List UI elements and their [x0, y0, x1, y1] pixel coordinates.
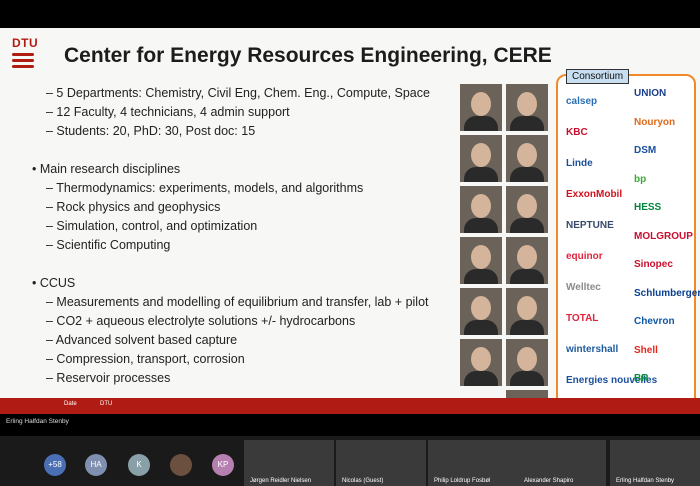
- active-speaker-name: Erling Halfdan Stenby: [6, 418, 69, 425]
- bullet-item: – Compression, transport, corrosion: [46, 352, 245, 366]
- consortium-logo: Linde: [566, 158, 593, 169]
- consortium-logo: bp: [634, 173, 647, 185]
- consortium-logo: TOTAL: [566, 313, 599, 324]
- consortium-logo: calsep: [566, 96, 598, 107]
- bullet-item: – Thermodynamics: experiments, models, a…: [46, 181, 364, 195]
- participant-avatar[interactable]: HA: [85, 454, 107, 476]
- consortium-logo: HESS: [634, 202, 662, 213]
- participant-name: Alexander Shapiro: [524, 478, 574, 484]
- consortium-logo: DSM: [634, 145, 657, 156]
- faculty-photo: [460, 288, 502, 335]
- consortium-label: Consortium: [566, 69, 630, 84]
- slide-footer: Date DTU: [0, 398, 700, 414]
- faculty-photo: [506, 288, 548, 335]
- faculty-photo: [506, 135, 548, 182]
- faculty-photo: [506, 339, 548, 386]
- video-tile[interactable]: Erling Halfdan Stenby: [610, 440, 700, 486]
- dtu-logo-text: DTU: [12, 36, 39, 50]
- faculty-photo: [460, 84, 502, 131]
- consortium-logo: Shell: [634, 344, 658, 356]
- faculty-photo: [506, 84, 548, 131]
- consortium-logo: MOLGROUP: [634, 230, 693, 242]
- consortium-logo: ExxonMobil: [566, 189, 623, 200]
- video-tile[interactable]: Philip Loldrup Fosbøl: [428, 440, 518, 486]
- bullet-item: – Simulation, control, and optimization: [46, 219, 258, 233]
- participant-avatar[interactable]: +58: [44, 454, 66, 476]
- participant-name: Philip Loldrup Fosbøl: [434, 478, 491, 484]
- bullet-spacer: [32, 141, 462, 160]
- consortium-logo: BR: [634, 373, 649, 384]
- bullet-heading: • CCUS: [32, 276, 76, 290]
- video-tile[interactable]: Jørgen Reidler Nielsen: [244, 440, 334, 486]
- consortium-logo: Nouryon: [634, 116, 676, 128]
- participant-name: Jørgen Reidler Nielsen: [250, 478, 312, 484]
- video-tile[interactable]: Alexander Shapiro: [518, 440, 606, 486]
- presentation-slide: DTU Center for Energy Resources Engineer…: [0, 28, 700, 414]
- bullet-heading: • Main research disciplines: [32, 162, 181, 176]
- bullet-item: – Reservoir processes: [46, 371, 171, 385]
- consortium-logo: wintershall: [566, 344, 619, 355]
- faculty-photo: [460, 237, 502, 284]
- consortium-logo: NEPTUNE: [566, 220, 614, 231]
- bullet-item: – 12 Faculty, 4 technicians, 4 admin sup…: [46, 105, 290, 119]
- footer-dtu: DTU: [100, 401, 113, 407]
- consortium-logo: Schlumberger: [634, 287, 700, 299]
- bullet-item: – Advanced solvent based capture: [46, 333, 238, 347]
- slide-title: Center for Energy Resources Engineering,…: [64, 44, 552, 67]
- consortium-logo: Sinopec: [634, 259, 673, 270]
- bullet-item: – Measurements and modelling of equilibr…: [46, 295, 429, 309]
- participant-name: Nicolas (Guest): [342, 478, 384, 484]
- footer-date: Date: [64, 401, 77, 407]
- participant-avatar[interactable]: KP: [212, 454, 234, 476]
- consortium-logo: Chevron: [634, 316, 675, 327]
- bullet-item: – Students: 20, PhD: 30, Post doc: 15: [46, 124, 256, 138]
- bullet-item: – CO2 + aqueous electrolyte solutions +/…: [46, 314, 356, 328]
- participant-avatar[interactable]: K: [128, 454, 150, 476]
- bullet-item: – 5 Departments: Chemistry, Civil Eng, C…: [46, 86, 430, 100]
- faculty-photo: [460, 339, 502, 386]
- faculty-photo: [460, 135, 502, 182]
- consortium-box: Consortium calsep KBC Linde ExxonMobil NEPTU…: [556, 69, 700, 414]
- consortium-logo: equinor: [566, 251, 603, 262]
- faculty-photo: [506, 186, 548, 233]
- participant-name: Erling Halfdan Stenby: [616, 478, 675, 484]
- slide-bullets: – 5 Departments: Chemistry, Civil Eng, C…: [32, 84, 462, 388]
- bullet-item: – Rock physics and geophysics: [46, 200, 221, 214]
- video-tile[interactable]: Nicolas (Guest): [336, 440, 426, 486]
- consortium-logo: UNION: [634, 88, 667, 99]
- faculty-photo: [460, 186, 502, 233]
- participant-avatar[interactable]: [170, 454, 192, 476]
- bullet-item: – Scientific Computing: [46, 238, 171, 252]
- faculty-photo: [506, 237, 548, 284]
- consortium-logo: Welltec: [566, 282, 601, 293]
- top-bar: [0, 0, 700, 28]
- consortium-logo: KBC: [566, 127, 588, 138]
- bullet-spacer: [32, 255, 462, 274]
- dtu-logo: DTU: [12, 36, 38, 72]
